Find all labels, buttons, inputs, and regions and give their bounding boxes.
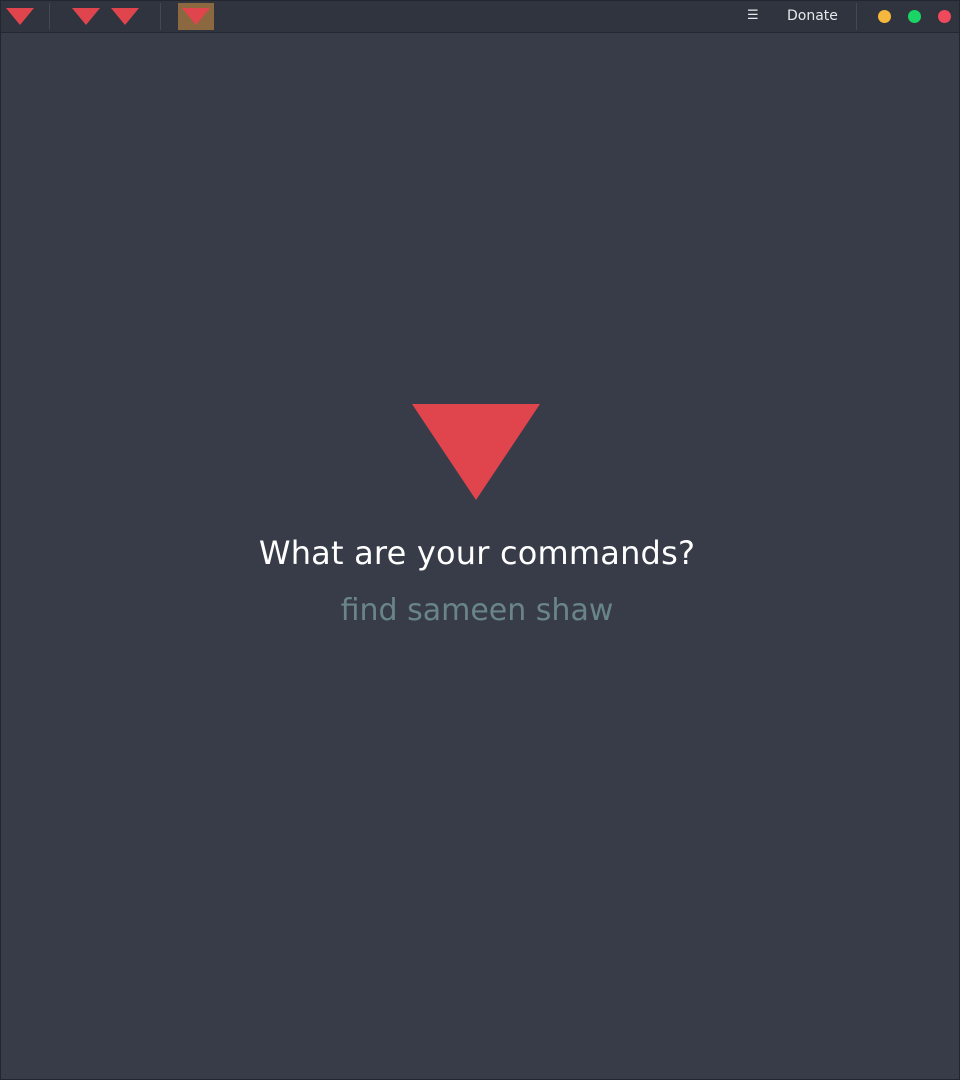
command-input[interactable] [201,589,753,631]
triangle-logo-icon [111,8,139,25]
tab-active[interactable] [178,3,214,30]
donate-button[interactable]: Donate [787,8,838,25]
triangle-logo-icon [72,8,100,25]
maximize-button[interactable] [908,10,921,23]
triangle-logo-icon [412,404,540,500]
close-button[interactable] [938,10,951,23]
titlebar-divider [856,3,857,30]
triangle-logo-icon [6,8,34,25]
minimize-button[interactable] [878,10,891,23]
app-window: ☰ Donate What are your commands? [0,0,960,1080]
title-bar: ☰ Donate [1,1,959,33]
tab-2[interactable] [105,1,145,32]
command-prompt-heading: What are your commands? [258,534,696,572]
titlebar-divider [160,3,161,30]
titlebar-divider [49,3,50,30]
main-panel: What are your commands? [1,33,959,1079]
tab-1[interactable] [67,1,103,32]
hamburger-menu-icon[interactable]: ☰ [747,8,759,24]
triangle-logo-icon [182,8,210,25]
app-logo-button[interactable] [1,1,41,32]
